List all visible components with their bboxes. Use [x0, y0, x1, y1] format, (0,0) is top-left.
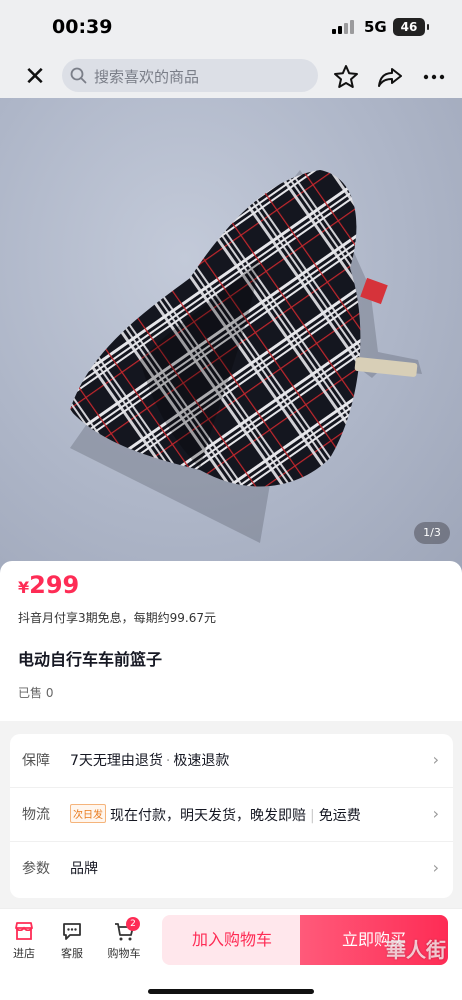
installment-info[interactable]: 抖音月付享3期免息，每期约99.67元 [18, 609, 216, 626]
product-gallery[interactable]: 00:39 5G 46 ✕ 搜索喜欢的商品 1/3 [0, 0, 462, 575]
guarantee-dot: · [165, 753, 171, 769]
chevron-right-icon: › [432, 804, 439, 823]
search-icon [70, 67, 87, 84]
tab-service-label: 客服 [61, 947, 83, 960]
watermark-logo: 華人街 [386, 938, 446, 962]
product-price: ¥299 [18, 571, 79, 599]
logistics-text: 现在付款，明天发货，晚发即赔 [110, 808, 306, 824]
tab-cart-label: 购物车 [107, 947, 141, 960]
service-card: 保障 7天无理由退货 · 极速退款 › 物流 次日发 现在付款，明天发货，晚发即赔 | 免… [10, 734, 453, 898]
top-nav: ✕ 搜索喜欢的商品 [0, 56, 462, 98]
logistics-label: 物流 [22, 807, 50, 823]
photo-counter: 1/3 [414, 522, 450, 544]
home-indicator[interactable] [148, 989, 314, 994]
product-info-card: ¥299 抖音月付享3期免息，每期约99.67元 电动自行车车前篮子 已售 0 [0, 561, 462, 721]
chevron-right-icon: › [432, 750, 439, 769]
guarantee-row[interactable]: 保障 7天无理由退货 · 极速退款 › [10, 734, 453, 788]
free-shipping: 免运费 [318, 808, 361, 824]
product-photo [70, 170, 422, 543]
signal-icon [332, 20, 354, 34]
store-icon [15, 922, 33, 940]
price-value: 299 [29, 571, 80, 599]
close-icon[interactable]: ✕ [20, 62, 50, 92]
guarantee-refund: 极速退款 [173, 753, 230, 769]
share-icon[interactable] [374, 61, 406, 93]
battery-icon: 46 [393, 18, 429, 36]
logistics-row[interactable]: 物流 次日发 现在付款，明天发货，晚发即赔 | 免运费 › [10, 788, 453, 842]
star-icon[interactable] [330, 61, 362, 93]
params-value: 品牌 [70, 861, 98, 877]
params-label: 参数 [22, 861, 50, 877]
search-placeholder: 搜索喜欢的商品 [94, 68, 200, 86]
guarantee-value: 7天无理由退货 · 极速退款 [70, 750, 229, 770]
guarantee-label: 保障 [22, 753, 50, 769]
chevron-right-icon: › [432, 858, 439, 877]
logistics-value: 次日发 现在付款，明天发货，晚发即赔 | 免运费 [70, 804, 361, 825]
network-label: 5G [364, 18, 387, 36]
watermark-sub: HUAREN.JIE [388, 978, 456, 989]
search-input[interactable]: 搜索喜欢的商品 [62, 59, 318, 92]
status-time: 00:39 [52, 16, 113, 38]
tab-store-label: 进店 [13, 947, 35, 960]
tab-store[interactable]: 进店 [2, 919, 46, 967]
next-day-tag: 次日发 [70, 804, 106, 823]
divider: | [310, 808, 315, 824]
guarantee-return: 7天无理由退货 [70, 753, 163, 769]
tab-service[interactable]: 客服 [50, 919, 94, 967]
product-title: 电动自行车车前篮子 [18, 650, 163, 669]
chat-icon [63, 923, 81, 940]
cart-badge: 2 [126, 917, 140, 931]
status-bar: 00:39 5G 46 [0, 0, 462, 56]
params-row[interactable]: 参数 品牌 › [10, 842, 453, 896]
currency-symbol: ¥ [18, 578, 30, 597]
sold-count: 已售 0 [18, 686, 54, 700]
tab-cart[interactable]: 2 购物车 [102, 917, 146, 967]
add-to-cart-button[interactable]: 加入购物车 [162, 915, 302, 965]
more-icon[interactable] [418, 61, 450, 93]
